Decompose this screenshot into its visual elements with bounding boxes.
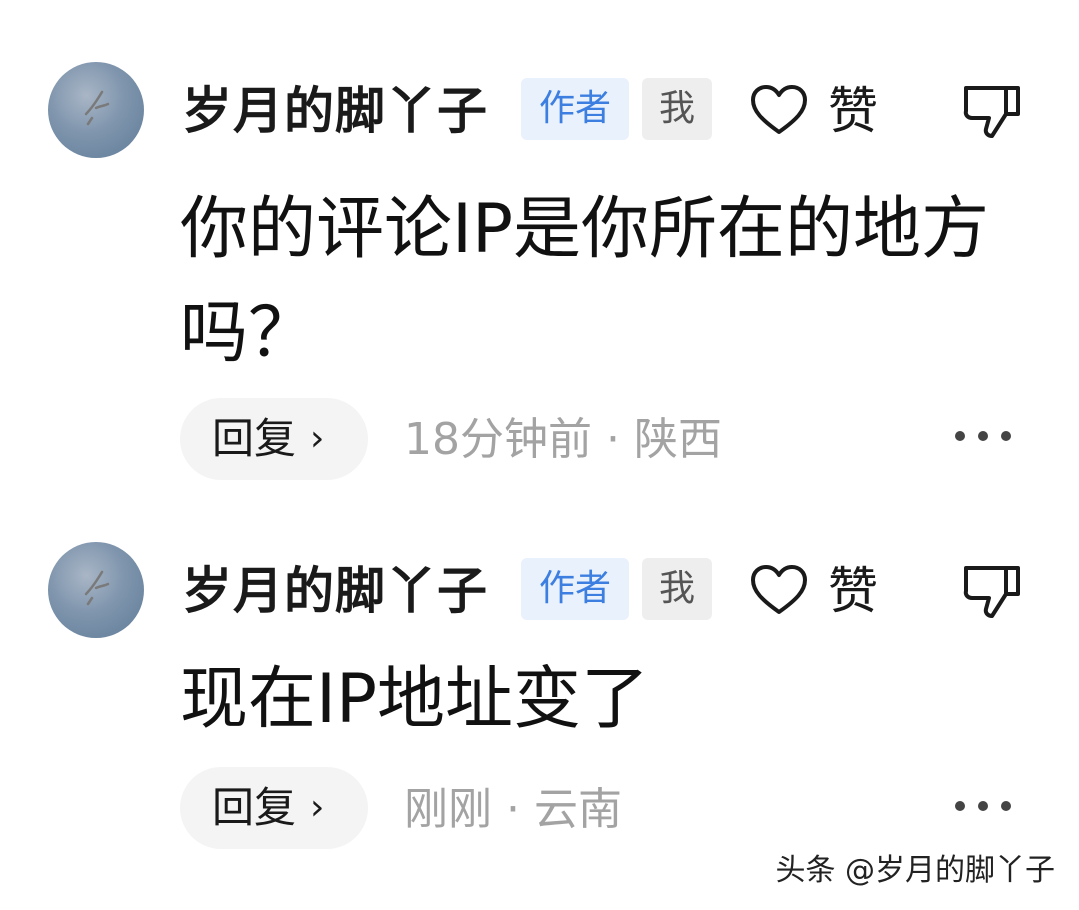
avatar[interactable] [48, 62, 144, 158]
author-name[interactable]: 岁月的脚丫子 [182, 80, 488, 142]
comment-text: 现在IP地址变了 [180, 660, 650, 739]
seagull-icon [84, 570, 110, 606]
comment-text: 你的评论IP是你所在的地方吗？ [180, 190, 990, 373]
chevron-right-icon: › [310, 418, 325, 459]
heart-outline-icon[interactable] [750, 564, 808, 616]
reply-button-label: 回复 [212, 414, 297, 463]
author-badge: 作者 [521, 558, 629, 620]
reply-button[interactable]: 回复 › [180, 767, 368, 849]
more-dots-icon[interactable] [950, 425, 1016, 447]
self-badge: 我 [642, 78, 712, 140]
reply-button-label: 回复 [212, 783, 297, 832]
reply-button[interactable]: 回复 › [180, 398, 368, 480]
thumbs-down-icon[interactable] [962, 82, 1022, 140]
comment-meta: 刚刚 · 云南 [404, 784, 622, 835]
author-badge: 作者 [521, 78, 629, 140]
more-dots-icon[interactable] [950, 795, 1016, 817]
seagull-icon [84, 90, 110, 126]
heart-outline-icon[interactable] [750, 84, 808, 136]
self-badge: 我 [642, 558, 712, 620]
watermark: 头条 @岁月的脚丫子 [775, 853, 1055, 888]
author-name[interactable]: 岁月的脚丫子 [182, 560, 488, 622]
avatar[interactable] [48, 542, 144, 638]
thumbs-down-icon[interactable] [962, 562, 1022, 620]
like-button-label[interactable]: 赞 [828, 560, 878, 622]
chevron-right-icon: › [310, 787, 325, 828]
comment-meta: 18分钟前 · 陕西 [404, 414, 722, 465]
like-button-label[interactable]: 赞 [828, 80, 878, 142]
